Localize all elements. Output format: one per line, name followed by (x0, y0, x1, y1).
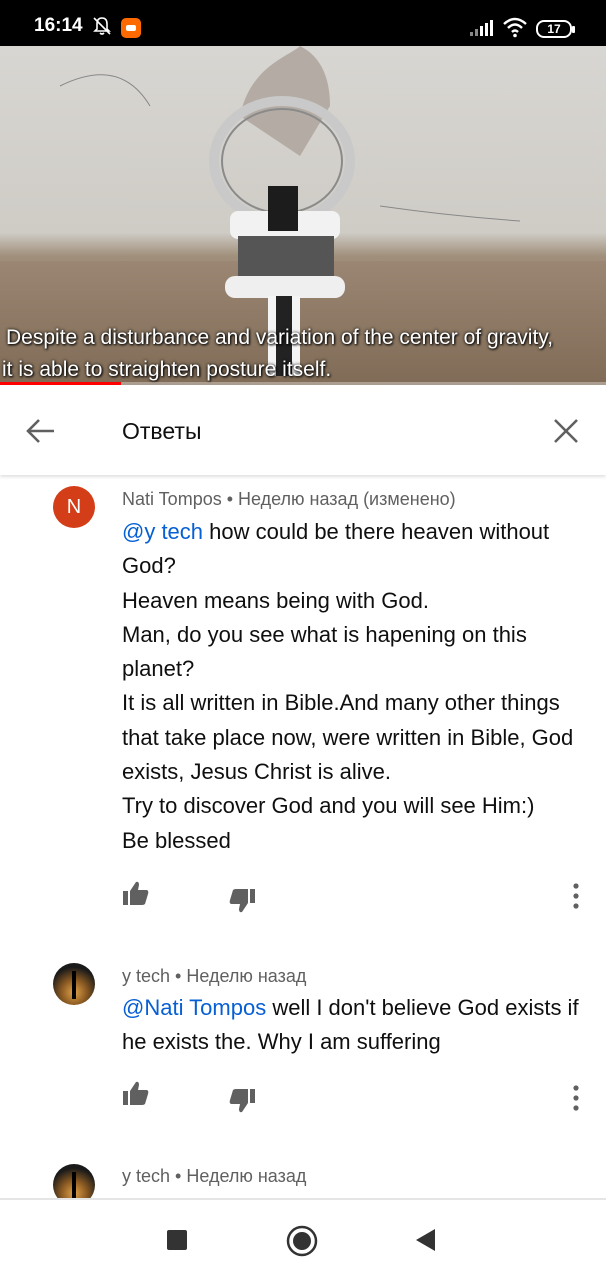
comment-text: @Nati Tompos well I don't believe God ex… (122, 991, 582, 1060)
comment-meta: y tech • Неделю назад (122, 966, 307, 986)
avatar[interactable]: N (53, 486, 95, 528)
comment-paragraph: It is all written in Bible.And many othe… (122, 690, 574, 785)
comment-text: @y tech how could be there heaven withou… (122, 515, 582, 858)
comment-meta: y tech • Неделю назад (122, 1166, 307, 1186)
recents-square-icon[interactable] (167, 1230, 187, 1250)
navigation-bar (0, 1200, 606, 1280)
thumbs-down-icon[interactable] (228, 1088, 256, 1114)
thumbs-up-icon[interactable] (122, 1080, 150, 1106)
avatar[interactable] (53, 1164, 95, 1198)
signal-icon (470, 20, 493, 36)
bell-off-icon (93, 17, 111, 35)
video-player[interactable]: Despite a disturbance and variation of t… (0, 46, 606, 385)
thumbs-down-icon[interactable] (228, 888, 256, 914)
replies-header: Ответы (0, 385, 606, 475)
wifi-icon (503, 17, 527, 38)
video-subtitle-line-2: it is able to straighten posture itself. (2, 358, 332, 381)
comment-mention[interactable]: @y tech (122, 519, 203, 544)
thumbs-up-icon[interactable] (122, 880, 150, 906)
more-vert-icon[interactable] (566, 882, 586, 910)
mi-app-icon (121, 18, 141, 38)
video-subtitle-line-1: Despite a disturbance and variation of t… (6, 326, 554, 349)
comment-paragraph: Heaven means being with God. (122, 587, 429, 613)
comment-paragraph: Be blessed (122, 827, 231, 853)
comment-paragraph: Try to discover God and you will see Him… (122, 793, 535, 819)
battery-icon: 17 (536, 20, 575, 38)
replies-title: Ответы (122, 418, 202, 444)
close-icon[interactable] (550, 415, 582, 447)
comment-meta: Nati Tompos • Неделю назад (изменено) (122, 489, 456, 509)
comment-paragraph: Man, do you see what is hapening on this… (122, 621, 527, 682)
status-bar: 16:14 17 (0, 0, 606, 46)
back-triangle-icon[interactable] (414, 1227, 436, 1253)
comment-item: y tech • Неделю назад (0, 1150, 606, 1198)
comment-mention[interactable]: @Nati Tompos (122, 995, 266, 1020)
avatar[interactable] (53, 963, 95, 1005)
arrow-left-icon[interactable] (22, 415, 58, 447)
home-circle-icon[interactable] (286, 1225, 318, 1257)
more-vert-icon[interactable] (566, 1084, 586, 1112)
status-time: 16:14 (34, 15, 83, 36)
